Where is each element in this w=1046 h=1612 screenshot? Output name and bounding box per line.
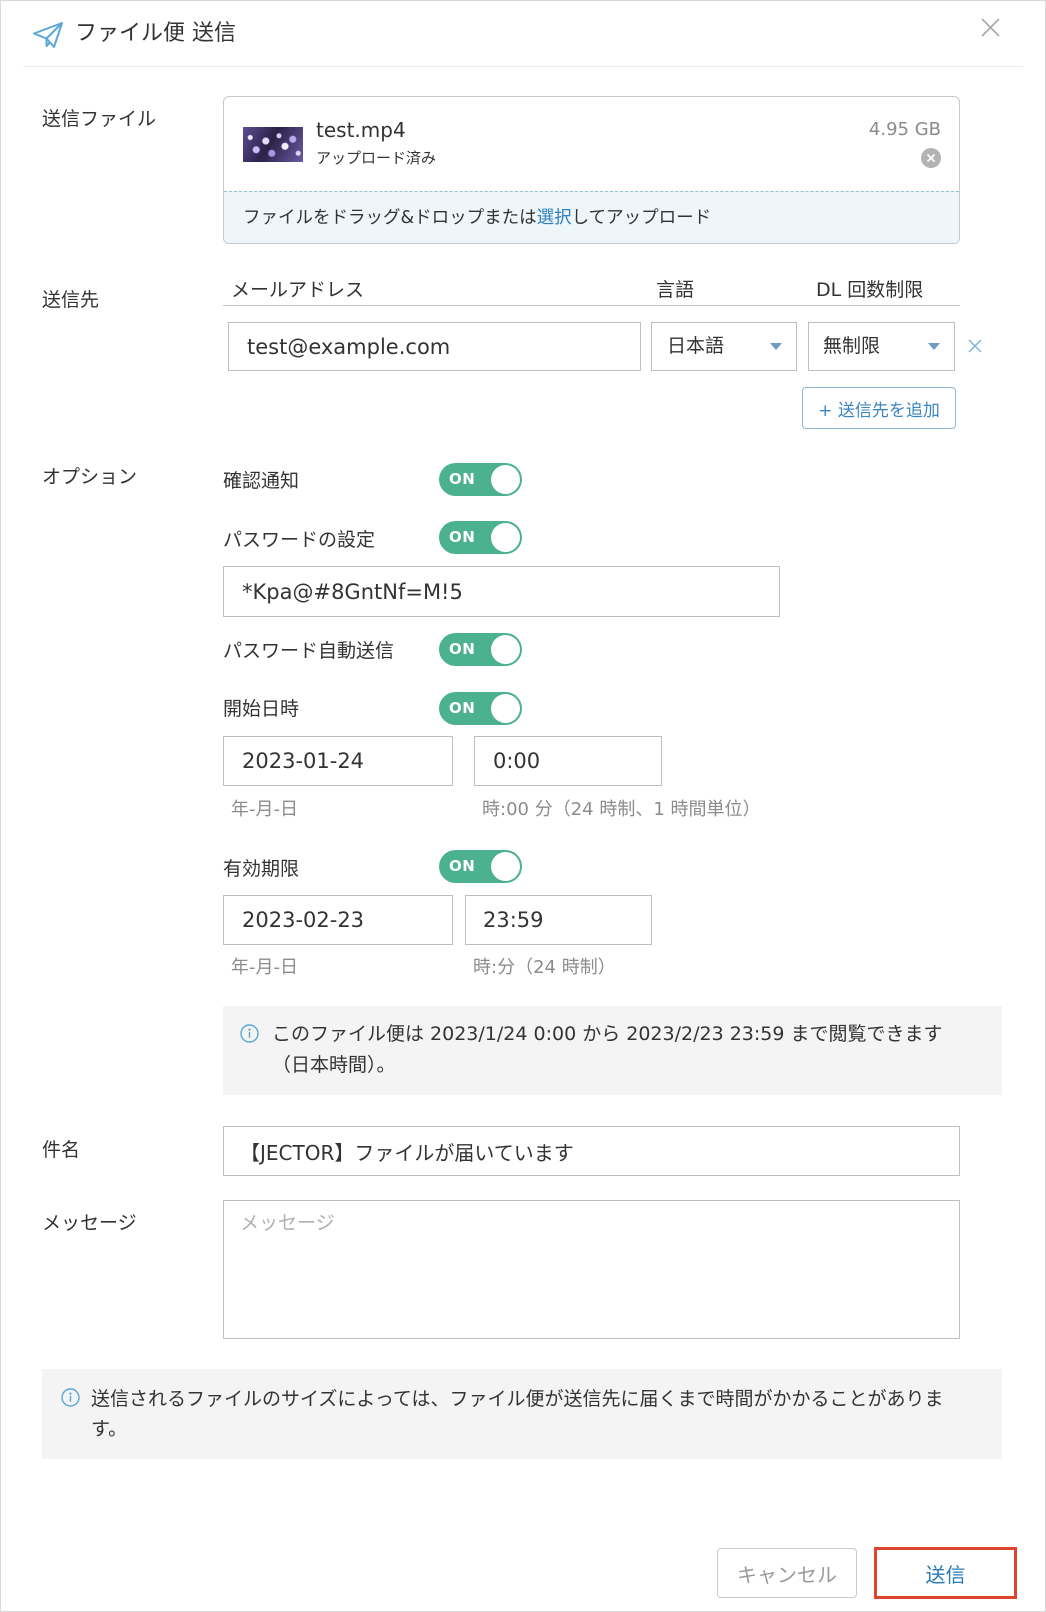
start-date-hint: 年-月-日 xyxy=(231,799,298,820)
toggle-state: ON xyxy=(449,857,476,875)
column-header-dl-limit: DL 回数制限 xyxy=(816,279,924,301)
message-textarea[interactable] xyxy=(223,1200,960,1339)
expiry-time-hint: 時:分（24 時制） xyxy=(473,957,616,978)
availability-notice-line: このファイル便は 2023/1/24 0:00 から 2023/2/23 23:… xyxy=(272,1023,943,1045)
expiry-date-input[interactable] xyxy=(223,895,453,945)
dropzone-text-after: してアップロード xyxy=(571,208,712,228)
message-label: メッセージ xyxy=(42,1212,137,1234)
password-auto-send-toggle[interactable]: ON xyxy=(439,633,522,666)
language-select[interactable]: 日本語 xyxy=(651,322,797,371)
dropzone-text: ファイルをドラッグ&ドロップまたは選択してアップロード xyxy=(243,205,711,231)
select-file-link[interactable]: 選択 xyxy=(537,208,572,228)
toggle-state: ON xyxy=(449,470,476,488)
file-name: test.mp4 xyxy=(316,118,406,142)
toggle-state: ON xyxy=(449,528,476,546)
column-header-divider xyxy=(223,305,960,306)
paper-plane-icon xyxy=(32,21,64,49)
start-datetime-toggle[interactable]: ON xyxy=(439,692,522,725)
size-notice-line: す。 xyxy=(91,1418,128,1440)
password-setting-label: パスワードの設定 xyxy=(223,529,376,551)
subject-label: 件名 xyxy=(42,1139,81,1161)
chevron-down-icon xyxy=(928,343,940,350)
file-status: アップロード済み xyxy=(316,149,437,167)
file-dropzone[interactable]: ファイルをドラッグ&ドロップまたは選択してアップロード xyxy=(224,191,959,243)
options-label: オプション xyxy=(42,466,138,488)
language-select-value: 日本語 xyxy=(667,335,725,357)
file-send-dialog: ファイル便 送信 送信ファイル test.mp4 アップロード済み 4.95 G… xyxy=(0,0,1046,1612)
availability-notice: このファイル便は 2023/1/24 0:00 から 2023/2/23 23:… xyxy=(223,1006,1002,1095)
dialog-title: ファイル便 送信 xyxy=(75,21,236,46)
file-thumbnail xyxy=(243,127,303,162)
cancel-button[interactable]: キャンセル xyxy=(717,1548,857,1598)
password-input[interactable] xyxy=(223,566,780,617)
dl-limit-select-value: 無制限 xyxy=(823,335,881,357)
chevron-down-icon xyxy=(770,343,782,350)
start-datetime-label: 開始日時 xyxy=(223,698,300,720)
subject-input[interactable] xyxy=(223,1126,960,1176)
column-header-language: 言語 xyxy=(656,279,695,301)
toggle-knob xyxy=(491,694,520,723)
toggle-state: ON xyxy=(449,699,476,717)
recipient-email-input[interactable] xyxy=(228,322,641,371)
header-divider xyxy=(23,66,1023,67)
start-time-input[interactable] xyxy=(474,736,662,786)
info-icon xyxy=(61,1388,80,1407)
column-header-email: メールアドレス xyxy=(231,279,365,301)
start-date-input[interactable] xyxy=(223,736,453,786)
dropzone-text-before: ファイルをドラッグ&ドロップまたは xyxy=(243,208,537,228)
start-time-hint: 時:00 分（24 時制、1 時間単位） xyxy=(482,799,761,820)
toggle-knob xyxy=(491,523,520,552)
availability-notice-line: （日本時間）。 xyxy=(272,1054,396,1076)
toggle-knob xyxy=(491,465,520,494)
close-icon[interactable] xyxy=(981,18,1000,37)
file-section-label: 送信ファイル xyxy=(42,108,157,130)
expiry-time-input[interactable] xyxy=(465,895,652,945)
remove-circle-icon[interactable] xyxy=(921,148,941,168)
toggle-state: ON xyxy=(449,640,476,658)
dl-limit-select[interactable]: 無制限 xyxy=(808,322,955,371)
expiry-label: 有効期限 xyxy=(223,858,300,880)
expiry-date-hint: 年-月-日 xyxy=(231,957,298,978)
info-icon xyxy=(240,1024,259,1043)
file-box: test.mp4 アップロード済み 4.95 GB ファイルをドラッグ&ドロップ… xyxy=(223,96,960,244)
read-notification-toggle[interactable]: ON xyxy=(439,463,522,496)
password-auto-send-label: パスワード自動送信 xyxy=(223,640,395,662)
toggle-knob xyxy=(491,635,520,664)
add-recipient-button[interactable]: + 送信先を追加 xyxy=(802,387,956,429)
expiry-toggle[interactable]: ON xyxy=(439,850,522,883)
send-button[interactable]: 送信 xyxy=(877,1550,1014,1596)
dialog-header: ファイル便 送信 xyxy=(1,1,1045,67)
file-size: 4.95 GB xyxy=(868,119,941,140)
remove-recipient-icon[interactable] xyxy=(968,338,982,353)
read-notification-label: 確認通知 xyxy=(223,470,300,492)
size-notice: 送信されるファイルのサイズによっては、ファイル便が送信先に届くまで時間がかかるこ… xyxy=(42,1369,1002,1459)
password-setting-toggle[interactable]: ON xyxy=(439,521,522,554)
recipients-label: 送信先 xyxy=(42,289,100,311)
toggle-knob xyxy=(491,852,520,881)
size-notice-line: 送信されるファイルのサイズによっては、ファイル便が送信先に届くまで時間がかかるこ… xyxy=(91,1388,944,1410)
